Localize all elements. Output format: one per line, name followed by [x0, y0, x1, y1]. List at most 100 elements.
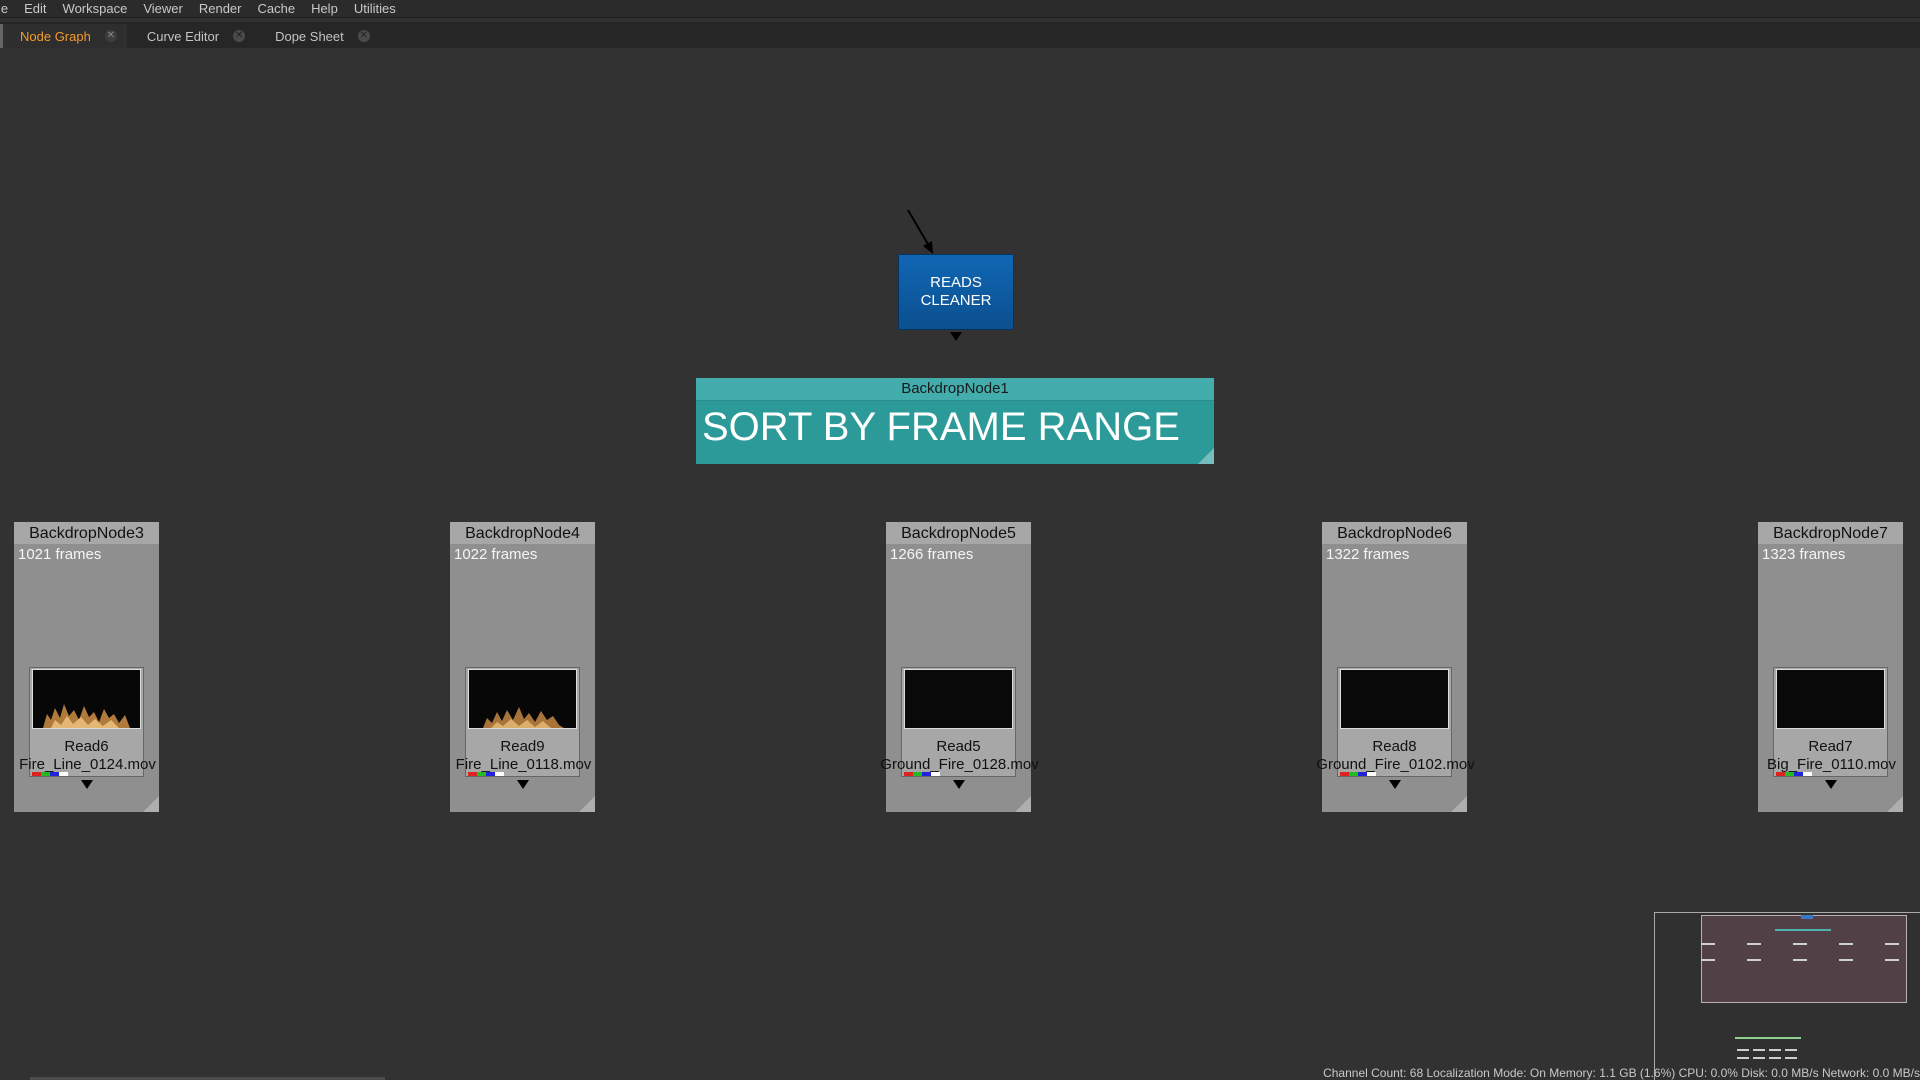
backdrop-node[interactable]: BackdropNode7 1323 frames Read7 Big_Fire…: [1758, 522, 1903, 812]
read-node-name: Read6: [64, 738, 109, 755]
input-arrow-icon: [907, 209, 933, 254]
read-node-name: Read8: [1372, 738, 1417, 755]
tab-label: Node Graph: [20, 28, 91, 44]
tab-dope-sheet[interactable]: Dope Sheet ✕: [255, 24, 380, 48]
menu-file[interactable]: le: [0, 0, 16, 17]
node-graph-minimap[interactable]: [1654, 912, 1920, 1080]
output-arrow-icon: [1825, 780, 1837, 789]
backdrop-title: BackdropNode7: [1758, 522, 1903, 544]
backdrop-label: SORT BY FRAME RANGE: [702, 405, 1180, 449]
output-arrow-icon: [950, 332, 962, 341]
backdrop-title: BackdropNode5: [886, 522, 1031, 544]
channel-indicator: [32, 772, 68, 776]
read-node-file: Ground_Fire_0102.mov: [1316, 756, 1475, 773]
resize-handle[interactable]: [143, 796, 159, 812]
close-icon[interactable]: ✕: [104, 30, 117, 42]
minimap-node: [1747, 959, 1761, 961]
minimap-backdrop: [1775, 929, 1831, 931]
reads-cleaner-node[interactable]: READS CLEANER: [898, 254, 1014, 330]
menu-help[interactable]: Help: [303, 0, 346, 17]
minimap-node: [1801, 915, 1813, 919]
read-node[interactable]: Read6 Fire_Line_0124.mov: [19, 667, 156, 777]
minimap-node: [1769, 1057, 1781, 1059]
menu-bar: le Edit Workspace Viewer Render Cache He…: [0, 0, 1920, 18]
minimap-backdrop: [1735, 1037, 1801, 1039]
menu-cache[interactable]: Cache: [249, 0, 303, 17]
resize-handle[interactable]: [579, 796, 595, 812]
output-arrow-icon: [81, 780, 93, 789]
read-node[interactable]: Read9 Fire_Line_0118.mov: [456, 667, 591, 777]
backdrop-title: BackdropNode6: [1322, 522, 1467, 544]
close-icon[interactable]: ✕: [357, 30, 370, 42]
tab-label: Dope Sheet: [275, 28, 344, 44]
minimap-node: [1753, 1057, 1765, 1059]
menu-utilities[interactable]: Utilities: [346, 0, 404, 17]
backdrop-frames: 1266 frames: [890, 546, 974, 563]
backdrop-title: BackdropNode3: [14, 522, 159, 544]
minimap-node: [1701, 959, 1715, 961]
read-node-name: Read9: [500, 738, 545, 755]
minimap-node: [1785, 1049, 1797, 1051]
read-node-file: Fire_Line_0124.mov: [19, 756, 156, 773]
read-node-file: Big_Fire_0110.mov: [1767, 756, 1896, 773]
output-arrow-icon: [1389, 780, 1401, 789]
resize-handle[interactable]: [1887, 796, 1903, 812]
node-label-line2: CLEANER: [920, 292, 992, 309]
close-icon[interactable]: ✕: [233, 30, 246, 42]
nuke-window: le Edit Workspace Viewer Render Cache He…: [0, 0, 1920, 1080]
thumbnail: [1776, 669, 1885, 729]
minimap-node: [1839, 943, 1853, 945]
read-node-name: Read5: [936, 738, 981, 755]
backdrop-node[interactable]: BackdropNode6 1322 frames Read8 Ground_F…: [1316, 522, 1475, 812]
thumbnail: [904, 669, 1013, 729]
tab-curve-editor[interactable]: Curve Editor ✕: [127, 24, 255, 48]
backdrop-title: BackdropNode4: [450, 522, 595, 544]
resize-handle[interactable]: [1015, 796, 1031, 812]
backdrop-node[interactable]: BackdropNode5 1266 frames Read5 Ground_F…: [880, 522, 1039, 812]
channel-indicator: [468, 772, 504, 776]
panel-tab-bar: Node Graph ✕ Curve Editor ✕ Dope Sheet ✕: [0, 22, 1920, 48]
minimap-node: [1769, 1049, 1781, 1051]
output-arrow-icon: [953, 780, 965, 789]
menu-viewer[interactable]: Viewer: [135, 0, 191, 17]
minimap-node: [1885, 959, 1899, 961]
read-node-file: Fire_Line_0118.mov: [455, 756, 592, 773]
backdrop-frames: 1021 frames: [18, 546, 102, 563]
resize-handle[interactable]: [1451, 796, 1467, 812]
minimap-node: [1737, 1057, 1749, 1059]
fire-thumbnail-image: [469, 670, 576, 728]
read-node-name: Read7: [1808, 738, 1853, 755]
thumbnail: [468, 669, 577, 729]
thumbnail: [1340, 669, 1449, 729]
thumbnail: [32, 669, 141, 729]
channel-indicator: [1776, 772, 1812, 776]
backdrop-frames: 1322 frames: [1326, 546, 1410, 563]
minimap-node: [1793, 959, 1807, 961]
read-node[interactable]: Read7 Big_Fire_0110.mov: [1767, 667, 1896, 777]
backdrop-node[interactable]: BackdropNode3 1021 frames Read6 Fire_Lin…: [14, 522, 159, 812]
node-label-line1: READS: [930, 274, 982, 291]
fire-thumbnail-image: [33, 670, 140, 728]
channel-indicator: [1340, 772, 1376, 776]
menu-edit[interactable]: Edit: [16, 0, 54, 17]
minimap-node: [1793, 943, 1807, 945]
read-node[interactable]: Read5 Ground_Fire_0128.mov: [880, 667, 1039, 777]
channel-indicator: [904, 772, 940, 776]
backdrop-node[interactable]: BackdropNode4 1022 frames Read9 Fire_Lin…: [450, 522, 595, 812]
tab-label: Curve Editor: [146, 28, 220, 44]
resize-handle[interactable]: [1198, 448, 1214, 464]
tab-node-graph[interactable]: Node Graph ✕: [0, 24, 127, 48]
backdrop-title: BackdropNode1: [696, 378, 1214, 401]
status-bar: Channel Count: 68 Localization Mode: On …: [1323, 1066, 1920, 1080]
read-node[interactable]: Read8 Ground_Fire_0102.mov: [1316, 667, 1475, 777]
minimap-node: [1885, 943, 1899, 945]
tab-edge: [0, 24, 3, 48]
menu-workspace[interactable]: Workspace: [55, 0, 136, 17]
backdrop-node-main[interactable]: BackdropNode1 SORT BY FRAME RANGE: [696, 378, 1214, 464]
minimap-node: [1753, 1049, 1765, 1051]
minimap-node: [1785, 1057, 1797, 1059]
minimap-node: [1747, 943, 1761, 945]
backdrop-frames: 1022 frames: [454, 546, 538, 563]
backdrop-frames: 1323 frames: [1762, 546, 1846, 563]
menu-render[interactable]: Render: [191, 0, 250, 17]
